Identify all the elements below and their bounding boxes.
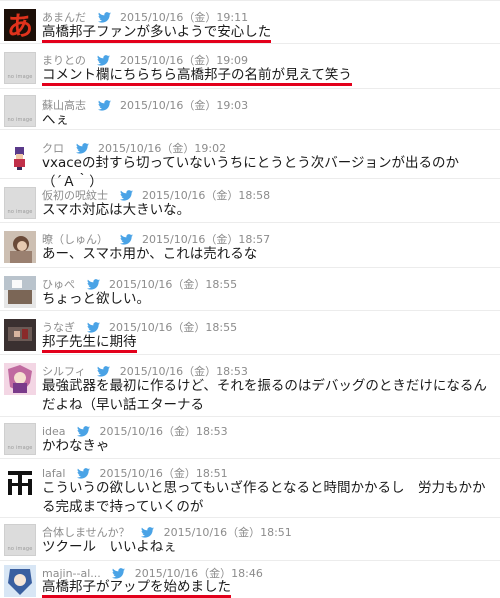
twitter-bird-icon — [97, 12, 111, 23]
avatar[interactable] — [4, 363, 36, 395]
list-item: あ あまんだ 2015/10/16（金）19:11 高橋邦子ファンが多いようで安… — [0, 1, 500, 44]
twitter-bird-icon — [119, 190, 133, 201]
avatar[interactable] — [4, 52, 36, 84]
twitter-bird-icon — [141, 527, 155, 538]
list-item: majin--al... 2015/10/16（金）18:46 高橋邦子がアップ… — [0, 561, 500, 598]
avatar[interactable] — [4, 141, 36, 173]
list-item: シルフィ 2015/10/16（金）18:53 最強武器を最初に作るけど、それを… — [0, 355, 500, 417]
comment-text: 高橋邦子ファンが多いようで安心した — [42, 23, 492, 43]
comment-text: 最強武器を最初に作るけど、それを振るのはデバッグのときだけになるんだよね（早い話… — [42, 378, 487, 413]
svg-text:あ: あ — [7, 12, 33, 41]
list-item: うなぎ 2015/10/16（金）18:55 邦子先生に期待 — [0, 311, 500, 355]
comment-text: こういうの欲しいと思ってもいざ作るとなると時間かかるし 労力もかかる完成まで持っ… — [42, 480, 486, 515]
twitter-bird-icon — [97, 366, 111, 377]
twitter-bird-icon — [97, 55, 111, 66]
twitter-bird-icon — [75, 143, 89, 154]
avatar[interactable] — [4, 187, 36, 219]
comment-text: スマホ対応は大きいな。 — [42, 202, 191, 218]
list-item: クロ 2015/10/16（金）19:02 vxaceの封すら切っていないうちに… — [0, 130, 500, 190]
comment-text: 高橋邦子がアップを始めました — [42, 578, 492, 598]
avatar[interactable] — [4, 524, 36, 556]
twitter-bird-icon — [86, 279, 100, 290]
list-item: まりとの 2015/10/16（金）19:09 コメント欄にちらちら高橋邦子の名… — [0, 44, 500, 89]
avatar[interactable] — [4, 95, 36, 127]
twitter-bird-icon — [97, 100, 111, 111]
avatar[interactable] — [4, 231, 36, 263]
list-item: 蘇山高志 2015/10/16（金）19:03 へぇ — [0, 89, 500, 130]
list-item: 暸（しゅん） 2015/10/16（金）18:57 あー、スマホ用か、これは売れ… — [0, 223, 500, 268]
twitter-bird-icon — [76, 468, 90, 479]
avatar[interactable]: あ — [4, 9, 36, 41]
avatar[interactable] — [4, 467, 36, 499]
list-item: lafal 2015/10/16（金）18:51 こういうの欲しいと思ってもいざ… — [0, 459, 500, 518]
avatar[interactable] — [4, 319, 36, 351]
comment-feed: あ あまんだ 2015/10/16（金）19:11 高橋邦子ファンが多いようで安… — [0, 0, 500, 598]
list-item: ひゅぺ 2015/10/16（金）18:55 ちょっと欲しい。 — [0, 268, 500, 311]
avatar[interactable] — [4, 423, 36, 455]
twitter-bird-icon — [119, 234, 133, 245]
avatar[interactable] — [4, 565, 36, 597]
twitter-bird-icon — [86, 322, 100, 333]
comment-text: へぇ — [42, 112, 69, 128]
comment-text: 邦子先生に期待 — [42, 333, 492, 353]
list-item: 合体しませんか？ 2015/10/16（金）18:51 ツクール いいよねぇ — [0, 518, 500, 561]
list-item: 仮初の呪紋士 2015/10/16（金）18:58 スマホ対応は大きいな。 — [0, 179, 500, 223]
comment-text: ツクール いいよねぇ — [42, 539, 177, 555]
comment-text: かわなきゃ — [42, 438, 110, 454]
list-item: idea 2015/10/16（金）18:53 かわなきゃ — [0, 417, 500, 459]
comment-text: ちょっと欲しい。 — [42, 291, 150, 307]
avatar[interactable] — [4, 276, 36, 308]
twitter-bird-icon — [77, 426, 91, 437]
comment-text: コメント欄にちらちら高橋邦子の名前が見えて笑う — [42, 66, 492, 86]
comment-text: あー、スマホ用か、これは売れるな — [42, 246, 258, 262]
